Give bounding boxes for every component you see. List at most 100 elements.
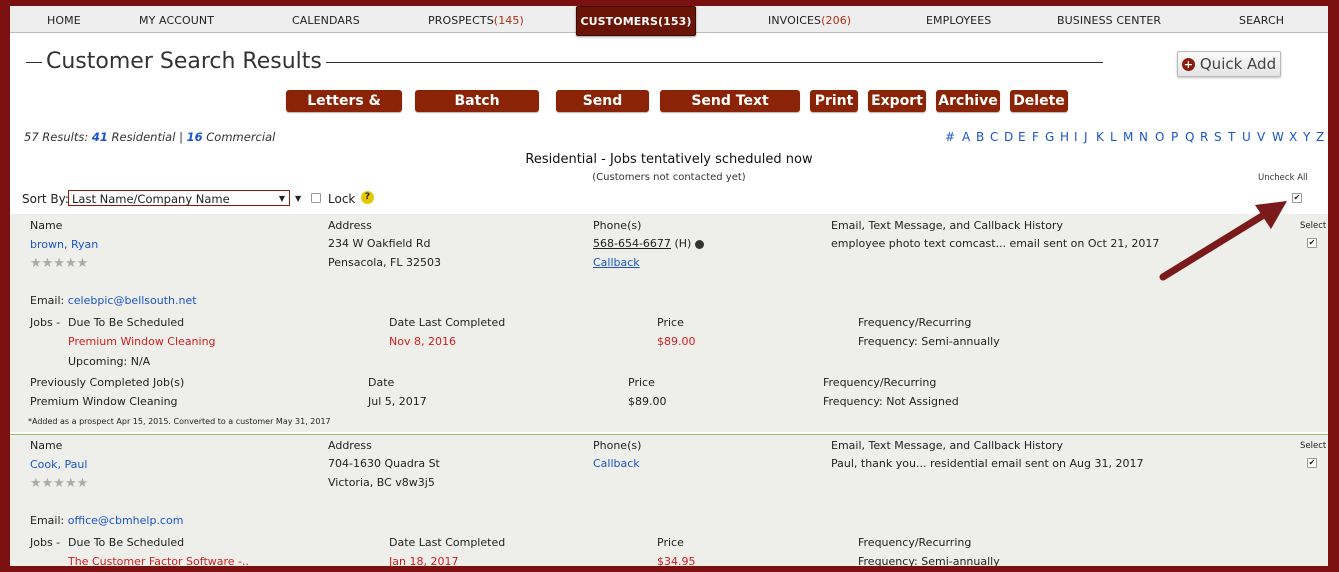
results-summary: 57 Results: 41 Residential | 16 Commerci… bbox=[24, 130, 276, 144]
alpha-T[interactable]: T bbox=[1228, 130, 1235, 144]
callback-link[interactable]: Callback bbox=[593, 256, 640, 269]
history-entry: Paul, thank you... residential email sen… bbox=[831, 457, 1144, 470]
select-header: Select bbox=[1300, 221, 1327, 231]
due-price: $34.95 bbox=[657, 555, 696, 566]
uncheck-all-link[interactable]: Uncheck All bbox=[1258, 173, 1308, 183]
plus-icon: + bbox=[1181, 57, 1195, 71]
due-last-date: Jan 18, 2017 bbox=[389, 555, 459, 566]
address-line2: Victoria, BC v8w3j5 bbox=[328, 476, 435, 489]
phone-number-link[interactable]: 568-654-6677 bbox=[593, 237, 671, 250]
previous-date: Jul 5, 2017 bbox=[368, 395, 427, 408]
callback-link[interactable]: Callback bbox=[593, 457, 640, 470]
sort-direction-icon[interactable]: ▼ bbox=[295, 194, 301, 203]
due-header: Due To Be Scheduled bbox=[68, 536, 185, 549]
name-header: Name bbox=[30, 439, 63, 452]
alpha-U[interactable]: U bbox=[1242, 130, 1251, 144]
alpha-E[interactable]: E bbox=[1018, 130, 1026, 144]
nav-calendars[interactable]: CALENDARS bbox=[292, 6, 360, 32]
due-job-link[interactable]: Premium Window Cleaning bbox=[68, 335, 216, 348]
rating-stars-icon[interactable]: ★★★★★ bbox=[30, 256, 88, 271]
select-checkbox[interactable]: ✔ bbox=[1307, 238, 1317, 248]
alpha-Y[interactable]: Y bbox=[1303, 130, 1310, 144]
customer-row: Name Address Phone(s) Email, Text Messag… bbox=[10, 214, 1328, 432]
alpha-I[interactable]: I bbox=[1074, 130, 1078, 144]
alpha-Q[interactable]: Q bbox=[1185, 130, 1194, 144]
delete-button[interactable]: Delete bbox=[1010, 90, 1068, 112]
alpha-N[interactable]: N bbox=[1139, 130, 1148, 144]
alpha-H[interactable]: H bbox=[1060, 130, 1069, 144]
nav-employees[interactable]: EMPLOYEES bbox=[926, 6, 991, 32]
title-rule-left bbox=[26, 62, 42, 63]
alpha-D[interactable]: D bbox=[1004, 130, 1013, 144]
previous-date-header: Date bbox=[368, 376, 395, 389]
nav-business-center[interactable]: BUSINESS CENTER bbox=[1057, 6, 1161, 32]
email-row: Email: celebpic@bellsouth.net bbox=[30, 294, 197, 307]
email-link[interactable]: celebpic@bellsouth.net bbox=[68, 294, 197, 307]
phone-type: (H) bbox=[674, 237, 692, 250]
previous-frequency: Frequency: Not Assigned bbox=[823, 395, 959, 408]
send-text-messages-button[interactable]: Send Text Messages bbox=[660, 90, 800, 131]
address-header: Address bbox=[328, 439, 372, 452]
previous-frequency-header: Frequency/Recurring bbox=[823, 376, 937, 389]
section-subtitle: (Customers not contacted yet) bbox=[592, 172, 746, 183]
email-row: Email: office@cbmhelp.com bbox=[30, 514, 184, 527]
email-link[interactable]: office@cbmhelp.com bbox=[68, 514, 184, 527]
price-header: Price bbox=[657, 536, 684, 549]
nav-search[interactable]: SEARCH bbox=[1239, 6, 1284, 32]
batch-scheduling-button[interactable]: Batch Scheduling bbox=[415, 90, 539, 131]
top-nav: HOME MY ACCOUNT CALENDARS PROSPECTS(145)… bbox=[10, 6, 1328, 36]
alpha-M[interactable]: M bbox=[1123, 130, 1133, 144]
alpha-V[interactable]: V bbox=[1257, 130, 1265, 144]
select-checkbox[interactable]: ✔ bbox=[1307, 458, 1317, 468]
sort-select[interactable]: Last Name/Company Name ▼ bbox=[68, 190, 290, 206]
page-title: Customer Search Results bbox=[46, 49, 322, 74]
alpha-K[interactable]: K bbox=[1096, 130, 1104, 144]
history-entry: employee photo text comcast... email sen… bbox=[831, 237, 1160, 250]
alpha-F[interactable]: F bbox=[1032, 130, 1039, 144]
upcoming-row: Upcoming: N/A bbox=[68, 355, 151, 368]
previous-jobs-header: Previously Completed Job(s) bbox=[30, 376, 185, 389]
nav-home[interactable]: HOME bbox=[47, 6, 81, 32]
quick-add-button[interactable]: + Quick Add bbox=[1177, 51, 1281, 77]
alpha-O[interactable]: O bbox=[1155, 130, 1164, 144]
alpha-B[interactable]: B bbox=[976, 130, 984, 144]
customer-name-link[interactable]: Cook, Paul bbox=[30, 458, 87, 471]
alpha-S[interactable]: S bbox=[1214, 130, 1222, 144]
commercial-count-link[interactable]: 16 bbox=[187, 130, 203, 144]
alpha-hash[interactable]: # bbox=[945, 130, 955, 144]
archive-button[interactable]: Archive bbox=[936, 90, 1000, 112]
alpha-C[interactable]: C bbox=[990, 130, 998, 144]
phones-header: Phone(s) bbox=[593, 439, 642, 452]
nav-invoices[interactable]: INVOICES(206) bbox=[768, 6, 851, 32]
nav-prospects[interactable]: PROSPECTS(145) bbox=[428, 6, 524, 32]
alpha-A[interactable]: A bbox=[962, 130, 970, 144]
alpha-J[interactable]: J bbox=[1084, 130, 1088, 144]
phone-entry: 568-654-6677 (H) bbox=[593, 237, 704, 250]
send-emails-button[interactable]: Send Emails bbox=[556, 90, 649, 131]
lock-checkbox[interactable] bbox=[311, 193, 321, 203]
due-frequency: Frequency: Semi-annually bbox=[858, 335, 1000, 348]
export-button[interactable]: Export bbox=[868, 90, 926, 112]
customer-name-link[interactable]: brown, Ryan bbox=[30, 238, 98, 251]
rating-stars-icon[interactable]: ★★★★★ bbox=[30, 476, 88, 491]
letters-labels-button[interactable]: Letters & Labels bbox=[286, 90, 402, 131]
nav-customers[interactable]: CUSTOMERS(153) bbox=[576, 6, 696, 36]
phone-call-icon[interactable] bbox=[694, 239, 704, 249]
address-line1: 234 W Oakfield Rd bbox=[328, 237, 431, 250]
select-header: Select bbox=[1300, 441, 1327, 451]
alpha-Z[interactable]: Z bbox=[1316, 130, 1324, 144]
customer-note: *Added as a prospect Apr 15, 2015. Conve… bbox=[28, 417, 331, 426]
alpha-X[interactable]: X bbox=[1289, 130, 1297, 144]
alpha-W[interactable]: W bbox=[1272, 130, 1284, 144]
address-line1: 704-1630 Quadra St bbox=[328, 457, 440, 470]
nav-my-account[interactable]: MY ACCOUNT bbox=[139, 6, 214, 32]
alpha-R[interactable]: R bbox=[1200, 130, 1208, 144]
alpha-P[interactable]: P bbox=[1171, 130, 1178, 144]
alpha-L[interactable]: L bbox=[1110, 130, 1117, 144]
history-header: Email, Text Message, and Callback Histor… bbox=[831, 439, 1063, 452]
help-icon[interactable]: ? bbox=[361, 191, 374, 204]
print-button[interactable]: Print bbox=[810, 90, 858, 112]
alpha-G[interactable]: G bbox=[1045, 130, 1054, 144]
residential-count-link[interactable]: 41 bbox=[92, 130, 108, 144]
due-job-link[interactable]: The Customer Factor Software -.. bbox=[68, 555, 249, 566]
